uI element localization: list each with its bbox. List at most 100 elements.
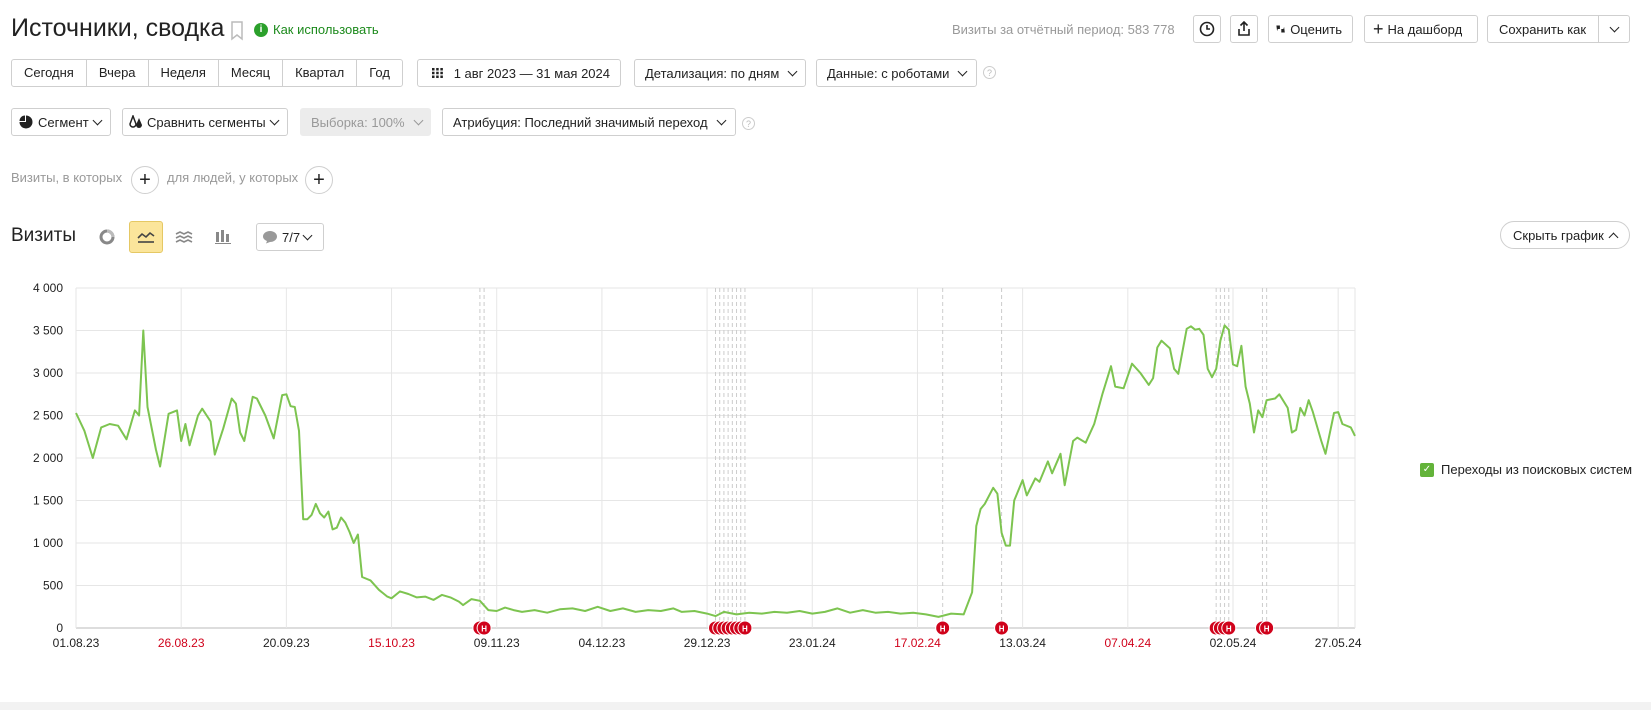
add-visit-filter-button[interactable]: + bbox=[131, 166, 159, 194]
chevron-down-icon bbox=[787, 66, 798, 76]
period-button[interactable]: Сегодня bbox=[12, 60, 87, 86]
bar-chart-icon bbox=[215, 230, 231, 244]
area-view-button[interactable] bbox=[167, 221, 201, 253]
chevron-down-icon bbox=[716, 115, 727, 125]
chevron-down-icon bbox=[1609, 22, 1619, 32]
how-to-use-label: Как использовать bbox=[273, 22, 379, 37]
pie-chart-icon bbox=[99, 229, 115, 245]
data-dropdown[interactable]: Данные: с роботами bbox=[816, 59, 977, 87]
segment-dropdown[interactable]: Сегмент bbox=[11, 108, 111, 136]
chevron-down-icon bbox=[92, 115, 103, 125]
page-title: Источники, сводка bbox=[11, 14, 225, 42]
x-tick-label: 04.12.23 bbox=[579, 636, 626, 650]
period-button[interactable]: Неделя bbox=[149, 60, 219, 86]
chart-legend-item[interactable]: ✓ Переходы из поисковых систем bbox=[1420, 462, 1632, 477]
y-tick-label: 3 500 bbox=[33, 324, 63, 338]
add-to-dashboard-button[interactable]: + На дашборд bbox=[1364, 15, 1478, 43]
x-tick-label: 13.03.24 bbox=[999, 636, 1046, 650]
line-view-button[interactable] bbox=[129, 221, 163, 253]
add-people-filter-button[interactable]: + bbox=[305, 166, 333, 194]
x-tick-label: 01.08.23 bbox=[53, 636, 100, 650]
x-tick-label: 09.11.23 bbox=[474, 636, 520, 650]
attribution-dropdown[interactable]: Атрибуция: Последний значимый переход bbox=[442, 108, 736, 136]
x-tick-label: 29.12.23 bbox=[684, 636, 731, 650]
data-label: Данные: с роботами bbox=[827, 65, 950, 81]
info-icon: i bbox=[254, 22, 268, 37]
x-tick-label: 02.05.24 bbox=[1210, 636, 1257, 650]
period-button[interactable]: Месяц bbox=[219, 60, 284, 86]
note-marker-label: Н bbox=[1226, 625, 1232, 634]
help-icon[interactable]: ? bbox=[983, 66, 996, 79]
visits-filter-label: Визиты, в которых bbox=[11, 170, 123, 185]
compare-segments-dropdown[interactable]: Сравнить сегменты bbox=[122, 108, 288, 136]
sample-dropdown: Выборка: 100% bbox=[300, 108, 431, 136]
checkbox-checked-icon[interactable]: ✓ bbox=[1420, 462, 1434, 477]
compare-icon bbox=[129, 115, 142, 128]
chevron-up-icon bbox=[1608, 232, 1619, 242]
save-as-label: Сохранить как bbox=[1499, 21, 1587, 37]
segment-label: Сегмент bbox=[38, 114, 89, 130]
y-tick-label: 3 000 bbox=[33, 366, 63, 380]
rate-label: Оценить bbox=[1290, 21, 1342, 37]
bottom-divider bbox=[0, 702, 1651, 710]
attribution-label: Атрибуция: Последний значимый переход bbox=[453, 114, 708, 130]
calendar-icon bbox=[432, 67, 443, 79]
period-selector: Сегодня Вчера Неделя Месяц Квартал Год bbox=[11, 59, 403, 87]
note-marker-label: Н bbox=[940, 625, 946, 634]
legend-label: Переходы из поисковых систем bbox=[1441, 462, 1633, 477]
hide-chart-label: Скрыть график bbox=[1513, 227, 1604, 243]
pie-view-button[interactable] bbox=[90, 221, 124, 253]
bar-view-button[interactable] bbox=[206, 221, 240, 253]
save-as-dropdown[interactable] bbox=[1598, 16, 1629, 42]
x-tick-label: 23.01.24 bbox=[789, 636, 836, 650]
period-button[interactable]: Год bbox=[357, 60, 402, 86]
add-to-dashboard-label: На дашборд bbox=[1387, 21, 1463, 37]
chevron-down-icon bbox=[413, 115, 424, 125]
note-marker-label: Н bbox=[999, 625, 1005, 634]
y-tick-label: 4 000 bbox=[33, 281, 63, 295]
export-button[interactable] bbox=[1230, 15, 1258, 43]
help-icon[interactable]: ? bbox=[742, 117, 755, 130]
note-marker-label: Н bbox=[742, 625, 748, 634]
thumbs-icon bbox=[1276, 25, 1285, 33]
y-tick-label: 0 bbox=[56, 621, 63, 635]
x-tick-label: 17.02.24 bbox=[894, 636, 941, 650]
history-button[interactable] bbox=[1193, 15, 1221, 43]
share-icon bbox=[1238, 21, 1250, 36]
save-as-button[interactable]: Сохранить как bbox=[1487, 15, 1630, 43]
line-chart-icon bbox=[137, 231, 155, 243]
x-tick-label: 27.05.24 bbox=[1315, 636, 1362, 650]
y-tick-label: 2 500 bbox=[33, 409, 63, 423]
period-button[interactable]: Вчера bbox=[87, 60, 149, 86]
date-range-label: 1 авг 2023 — 31 мая 2024 bbox=[453, 65, 610, 81]
x-tick-label: 20.09.23 bbox=[263, 636, 310, 650]
clock-icon bbox=[1199, 21, 1215, 37]
notes-dropdown[interactable]: 7/7 bbox=[256, 223, 324, 251]
visits-total: Визиты за отчётный период: 583 778 bbox=[952, 22, 1175, 37]
detail-label: Детализация: по дням bbox=[645, 65, 780, 81]
how-to-use-link[interactable]: i Как использовать bbox=[254, 22, 379, 37]
bookmark-icon[interactable] bbox=[230, 21, 244, 41]
note-marker-label: Н bbox=[1264, 625, 1270, 634]
area-chart-icon bbox=[175, 231, 193, 243]
pie-icon bbox=[19, 115, 33, 129]
sample-label: Выборка: 100% bbox=[311, 114, 405, 130]
chevron-down-icon bbox=[957, 66, 968, 76]
x-tick-label: 07.04.24 bbox=[1104, 636, 1151, 650]
rate-button[interactable]: Оценить bbox=[1268, 15, 1353, 43]
x-tick-label: 26.08.23 bbox=[158, 636, 205, 650]
comment-icon bbox=[263, 231, 277, 244]
compare-segments-label: Сравнить сегменты bbox=[147, 114, 266, 130]
y-tick-label: 1 500 bbox=[33, 494, 63, 508]
notes-count: 7/7 bbox=[282, 229, 301, 245]
y-tick-label: 500 bbox=[43, 579, 63, 593]
chevron-down-icon bbox=[302, 230, 313, 240]
hide-chart-button[interactable]: Скрыть график bbox=[1500, 221, 1630, 249]
people-filter-label: для людей, у которых bbox=[167, 170, 299, 185]
visits-chart: 0 500 1 000 1 500 2 000 2 500 3 000 3 500 4 000 0… bbox=[33, 281, 1362, 650]
chevron-down-icon bbox=[269, 115, 280, 125]
period-button[interactable]: Квартал bbox=[283, 60, 358, 86]
date-range-picker[interactable]: 1 авг 2023 — 31 мая 2024 bbox=[417, 59, 621, 87]
detail-dropdown[interactable]: Детализация: по дням bbox=[634, 59, 806, 87]
chart-section-title: Визиты bbox=[11, 225, 76, 246]
